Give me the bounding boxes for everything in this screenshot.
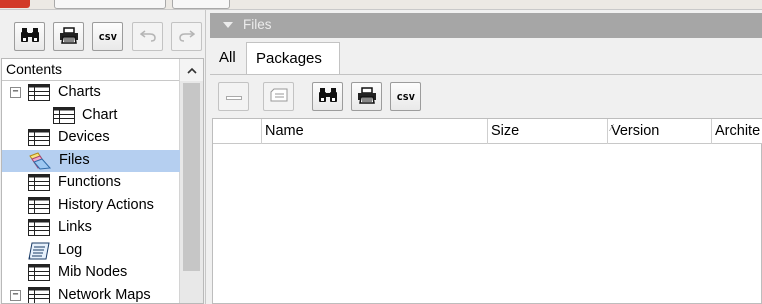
tab-label: Packages [256,50,322,67]
top-strip [0,0,762,10]
contents-scrollbar[interactable] [179,59,203,303]
log-icon [27,242,51,263]
app-logo [0,0,30,8]
column-header-label: Archite [715,123,761,139]
tree-item-label: Charts [58,84,101,100]
table-icon [28,129,50,149]
left-toolbar: csv [0,10,206,60]
table-icon [28,286,50,303]
redo-icon [178,28,195,45]
tree-item-label: Functions [58,174,121,190]
print-button[interactable] [53,22,84,51]
top-toolbar-button[interactable] [54,0,166,9]
table-icon [28,219,50,239]
tree-item-label: Log [58,241,83,258]
tree-item-label: Files [59,151,90,168]
panel-tabs: All Packages [210,38,762,74]
column-header-label: Name [265,123,304,139]
table-icon [28,264,50,284]
contents-header[interactable]: Contents [2,59,180,81]
tree-item-functions[interactable]: Functions [2,172,180,195]
tab-packages[interactable]: Packages [246,42,340,74]
column-header-architecture[interactable]: Archite [711,119,762,144]
table-icon [28,84,50,104]
undo-icon [139,28,156,45]
contents-header-label: Contents [6,61,63,77]
chevron-up-icon [186,67,197,74]
tree-item-label: Mib Nodes [58,264,128,280]
left-pane: csv Contents − Charts Chart Devices File… [0,10,206,304]
scroll-up-button[interactable] [180,59,203,81]
minus-icon [225,89,242,105]
table-icon [53,106,75,127]
sort-indicator-icon: ⁄ [611,123,613,134]
remove-button[interactable] [218,82,249,111]
collapse-icon[interactable]: − [10,87,21,98]
contents-tree: − Charts Chart Devices Files Functions H… [2,82,180,303]
tab-all[interactable]: All [210,42,246,74]
contents-tree-panel: Contents − Charts Chart Devices Files Fu… [1,58,204,304]
find-button[interactable] [14,22,45,51]
print-button[interactable] [351,82,382,111]
top-toolbar-button[interactable] [172,0,230,9]
csv-label: csv [98,30,117,43]
column-header-name[interactable]: Name [261,119,487,144]
binoculars-icon [20,27,40,46]
undo-button[interactable] [132,22,163,51]
csv-label: csv [396,90,415,103]
tree-item-label: Network Maps [58,286,151,303]
printer-icon [59,26,79,47]
tree-item-network-maps[interactable]: − Network Maps [2,285,180,303]
tree-item-devices[interactable]: Devices [2,127,180,150]
comment-icon [270,88,288,105]
redo-button[interactable] [171,22,202,51]
tree-item-label: Links [58,219,92,235]
column-header-size[interactable]: Size [487,119,607,144]
binoculars-icon [318,87,338,106]
collapse-arrow-icon[interactable] [223,22,233,28]
tree-item-label: Chart [82,106,118,123]
panel-toolbar: csv [210,74,762,116]
tree-item-label: History Actions [58,196,154,213]
files-panel: Files All Packages csv Name Size Version… [210,10,762,304]
tree-item-log[interactable]: Log [2,240,180,263]
tree-item-charts[interactable]: − Charts [2,82,180,105]
packages-table: Name Size Version ⁄ Archite [212,118,762,304]
tree-item-links[interactable]: Links [2,217,180,240]
collapse-icon[interactable]: − [10,289,21,301]
tree-item-label: Devices [58,129,110,145]
column-header-select[interactable] [213,119,261,144]
files-icon [28,151,52,173]
export-csv-button[interactable]: csv [92,22,123,51]
export-csv-button[interactable]: csv [390,82,421,111]
tree-item-history-actions[interactable]: History Actions [2,195,180,218]
table-icon [28,196,50,217]
tab-label: All [219,49,236,66]
comment-button[interactable] [263,82,294,111]
tree-item-chart[interactable]: Chart [2,105,180,128]
column-header-version[interactable]: Version ⁄ [607,119,711,144]
panel-title-bar[interactable]: Files [210,13,762,38]
panel-title: Files [243,17,272,32]
tree-item-files[interactable]: Files [2,149,180,173]
tree-item-mib-nodes[interactable]: Mib Nodes [2,262,180,285]
column-header-label: Size [491,123,520,139]
table-icon [28,174,50,194]
printer-icon [357,86,377,107]
find-button[interactable] [312,82,343,111]
table-header: Name Size Version ⁄ Archite [213,119,762,144]
scroll-thumb[interactable] [183,83,200,271]
